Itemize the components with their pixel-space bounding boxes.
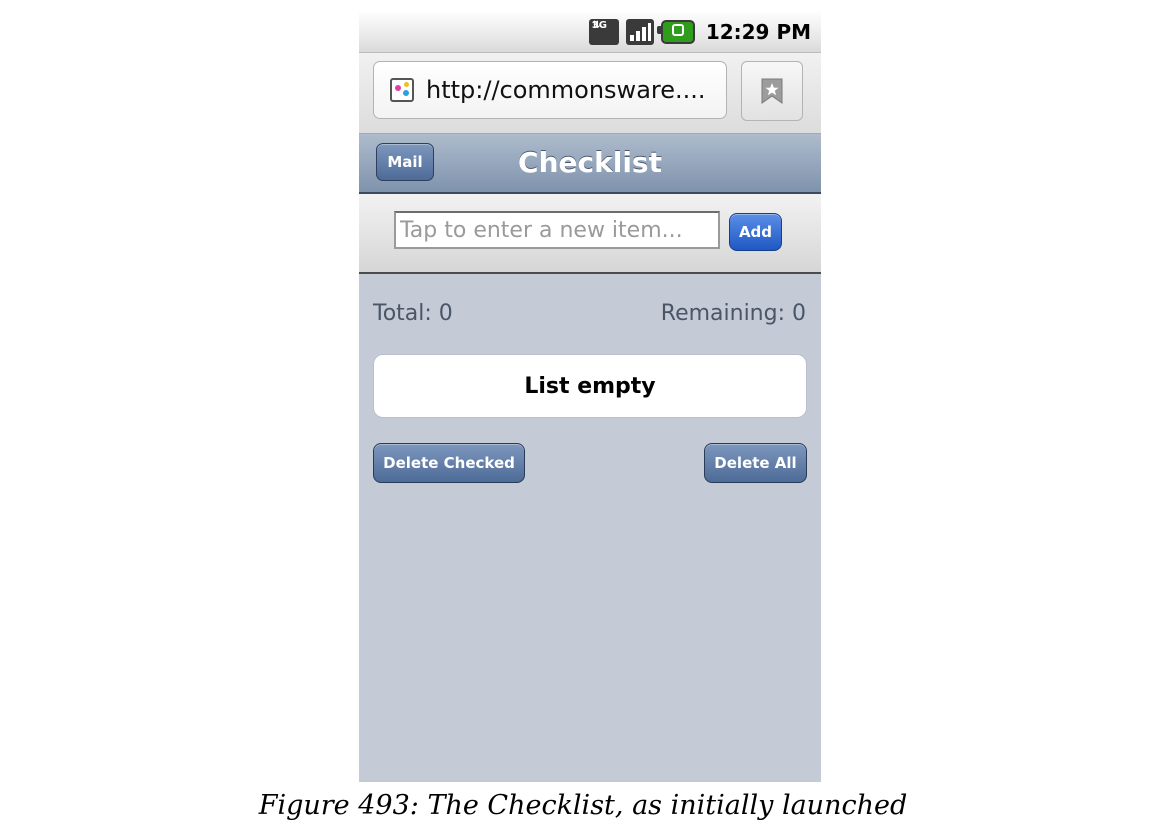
bookmark-star-icon [761, 78, 783, 104]
delete-all-button[interactable]: Delete All [704, 443, 807, 483]
app-header: Checklist Mail [359, 134, 821, 194]
new-item-input[interactable] [394, 211, 720, 249]
status-clock: 12:29 PM [705, 20, 811, 44]
bookmark-button[interactable] [741, 61, 803, 121]
delete-checked-button[interactable]: Delete Checked [373, 443, 525, 483]
total-count: Total: 0 [373, 301, 453, 326]
battery-charging-icon [656, 20, 695, 44]
remaining-count: Remaining: 0 [660, 301, 806, 326]
status-bar: 3G ⇅ 12:29 PM [359, 10, 821, 53]
new-item-toolbar: Add [359, 194, 821, 274]
status-icons: 3G ⇅ 12:29 PM [588, 18, 811, 46]
url-text: http://commonsware.... [426, 76, 706, 104]
add-button[interactable]: Add [729, 213, 782, 251]
url-field[interactable]: http://commonsware.... [373, 61, 727, 119]
site-favicon [390, 78, 414, 102]
mail-back-button[interactable]: Mail [376, 143, 434, 181]
browser-url-bar: http://commonsware.... [359, 53, 821, 134]
checklist-list: List empty [373, 354, 807, 418]
figure-caption: Figure 493: The Checklist, as initially … [258, 790, 908, 821]
list-empty-message: List empty [524, 373, 656, 399]
3g-data-icon: 3G ⇅ [588, 19, 619, 45]
phone-screen: 3G ⇅ 12:29 PM http://commonsware.... Che… [359, 10, 821, 782]
signal-icon [625, 19, 654, 45]
